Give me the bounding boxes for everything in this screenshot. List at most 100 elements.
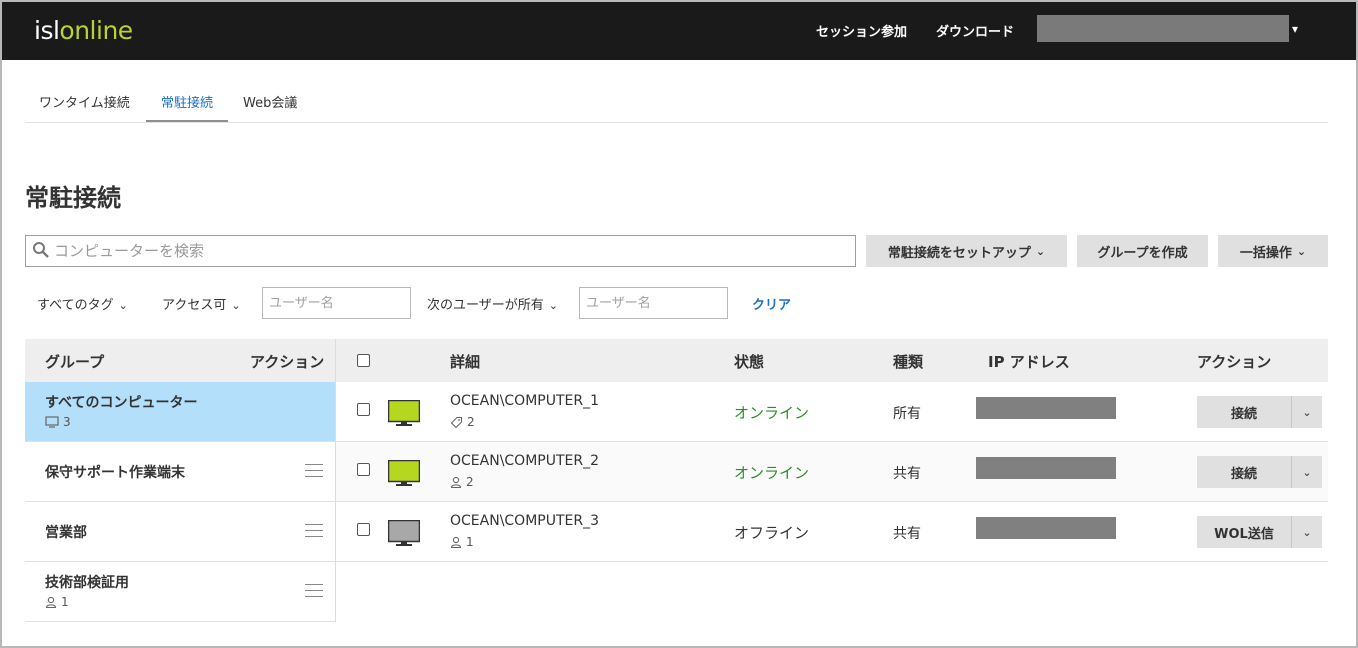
kind-column-header: 種類 [893, 353, 924, 371]
select-all-checkbox[interactable] [357, 354, 370, 367]
group-item-sales[interactable]: 営業部 [25, 502, 335, 562]
row-checkbox[interactable] [357, 523, 370, 536]
user-icon [450, 536, 462, 548]
access-username-field[interactable] [262, 287, 411, 319]
create-group-label: グループを作成 [1097, 245, 1188, 261]
group-name: 保守サポート作業端末 [45, 465, 185, 481]
group-menu-icon[interactable] [305, 524, 323, 538]
access-filter-label: アクセス可 [162, 298, 227, 313]
ip-address-redacted [976, 517, 1116, 539]
row-checkbox[interactable] [357, 403, 370, 416]
table-row[interactable]: OCEAN\COMPUTER_1 2 オンライン 所有 接続 ⌄ [336, 382, 1328, 442]
tag-icon [450, 416, 463, 428]
clear-filters-link[interactable]: クリア [752, 294, 791, 313]
chevron-down-icon: ⌄ [1035, 244, 1046, 258]
chevron-down-icon: ⌄ [1296, 244, 1307, 258]
tab-bar: ワンタイム接続 常駐接続 Web会議 [25, 82, 1328, 123]
details-column-header: 詳細 [450, 353, 481, 371]
access-filter[interactable]: アクセス可 ⌄ [162, 294, 241, 313]
owner-filter[interactable]: 次のユーザーが所有 ⌄ [427, 294, 558, 313]
monitor-online-icon [388, 400, 420, 426]
group-column-header: グループ [45, 353, 105, 371]
group-name: すべてのコンピューター [45, 395, 198, 411]
owner-filter-label: 次のユーザーが所有 [427, 298, 544, 313]
islonline-logo[interactable]: isl online [34, 16, 133, 46]
group-count: 3 [45, 415, 71, 429]
group-name: 技術部検証用 [45, 575, 129, 591]
status-column-header: 状態 [734, 353, 765, 371]
tag-filter-label: すべてのタグ [37, 298, 114, 313]
monitor-offline-icon [388, 520, 420, 546]
user-count: 2 [466, 475, 474, 489]
computer-users: 1 [450, 535, 474, 549]
action-dropdown-button[interactable]: ⌄ [1291, 456, 1322, 488]
search-icon [33, 242, 49, 258]
computer-users: 2 [450, 475, 474, 489]
group-count-value: 1 [61, 595, 69, 609]
status-text: オフライン [734, 524, 810, 542]
active-tab-indicator [146, 120, 228, 122]
wol-send-button[interactable]: WOL送信 [1197, 516, 1291, 548]
page-title: 常駐接続 [25, 184, 121, 212]
action-column-header: アクション [1197, 353, 1272, 371]
row-checkbox[interactable] [357, 463, 370, 476]
group-panel-header: グループ アクション [25, 339, 335, 382]
user-icon [45, 596, 57, 608]
group-item-all-computers[interactable]: すべてのコンピューター 3 [25, 382, 335, 442]
chevron-down-icon[interactable]: ▾ [1292, 22, 1298, 36]
computer-name[interactable]: OCEAN\COMPUTER_1 [450, 393, 599, 409]
group-menu-icon[interactable] [305, 464, 323, 478]
group-menu-icon[interactable] [305, 584, 323, 598]
group-name: 営業部 [45, 525, 87, 541]
create-group-button[interactable]: グループを作成 [1077, 235, 1208, 267]
owner-username-input[interactable] [580, 288, 727, 318]
group-count-value: 3 [63, 415, 71, 429]
ip-address-redacted [976, 397, 1116, 419]
join-session-link[interactable]: セッション参加 [816, 21, 907, 40]
kind-text: 所有 [893, 406, 921, 422]
chevron-down-icon: ⌄ [231, 299, 241, 312]
action-dropdown-button[interactable]: ⌄ [1291, 396, 1322, 428]
table-row[interactable]: OCEAN\COMPUTER_2 2 オンライン 共有 接続 ⌄ [336, 442, 1328, 502]
connect-button[interactable]: 接続 [1197, 456, 1291, 488]
computer-tags: 2 [450, 415, 475, 429]
computer-name[interactable]: OCEAN\COMPUTER_3 [450, 513, 599, 529]
computer-name[interactable]: OCEAN\COMPUTER_2 [450, 453, 599, 469]
group-count: 1 [45, 595, 69, 609]
connect-button[interactable]: 接続 [1197, 396, 1291, 428]
user-menu-redacted[interactable] [1037, 15, 1289, 42]
status-text: オンライン [734, 404, 810, 422]
search-input[interactable] [54, 237, 844, 265]
ip-address-redacted [976, 457, 1116, 479]
computer-search[interactable] [25, 235, 856, 267]
group-item-engineering[interactable]: 技術部検証用 1 [25, 562, 335, 622]
user-count: 1 [466, 535, 474, 549]
access-username-input[interactable] [263, 288, 410, 318]
chevron-down-icon: ⌄ [118, 299, 128, 312]
tab-onetime[interactable]: ワンタイム接続 [39, 92, 130, 111]
monitor-online-icon [388, 460, 420, 486]
tab-persistent[interactable]: 常駐接続 [161, 92, 213, 111]
setup-persistent-label: 常駐接続をセットアップ [887, 245, 1031, 261]
owner-username-field[interactable] [579, 287, 728, 319]
download-link[interactable]: ダウンロード [936, 21, 1014, 40]
computer-table-header: 詳細 状態 種類 IP アドレス アクション [336, 339, 1328, 382]
group-item-maintenance[interactable]: 保守サポート作業端末 [25, 442, 335, 502]
tab-web-meeting[interactable]: Web会議 [243, 92, 297, 111]
ip-column-header: IP アドレス [988, 353, 1070, 371]
top-bar: isl online セッション参加 ダウンロード ▾ [2, 2, 1356, 60]
bulk-actions-button[interactable]: 一括操作 ⌄ [1218, 235, 1328, 267]
kind-text: 共有 [893, 466, 921, 482]
user-icon [450, 476, 462, 488]
tag-filter[interactable]: すべてのタグ ⌄ [37, 294, 128, 313]
bulk-actions-label: 一括操作 [1239, 245, 1292, 261]
group-action-column-header: アクション [250, 353, 325, 371]
chevron-down-icon: ⌄ [548, 299, 558, 312]
status-text: オンライン [734, 464, 810, 482]
kind-text: 共有 [893, 526, 921, 542]
table-row[interactable]: OCEAN\COMPUTER_3 1 オフライン 共有 WOL送信 ⌄ [336, 502, 1328, 562]
logo-online: online [59, 16, 133, 45]
action-dropdown-button[interactable]: ⌄ [1291, 516, 1322, 548]
monitor-icon [45, 416, 59, 428]
setup-persistent-button[interactable]: 常駐接続をセットアップ ⌄ [866, 235, 1067, 267]
